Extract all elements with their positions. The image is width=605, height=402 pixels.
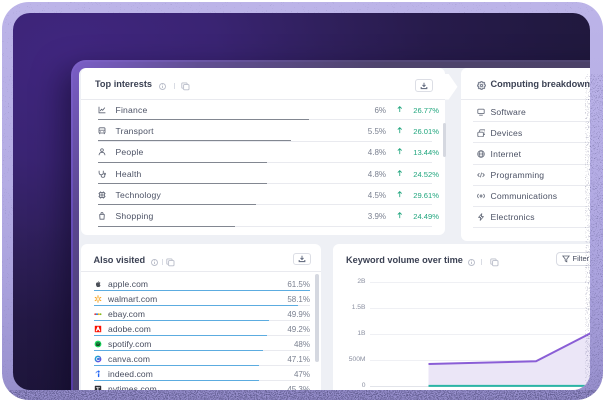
svg-text:C: C bbox=[96, 357, 100, 363]
